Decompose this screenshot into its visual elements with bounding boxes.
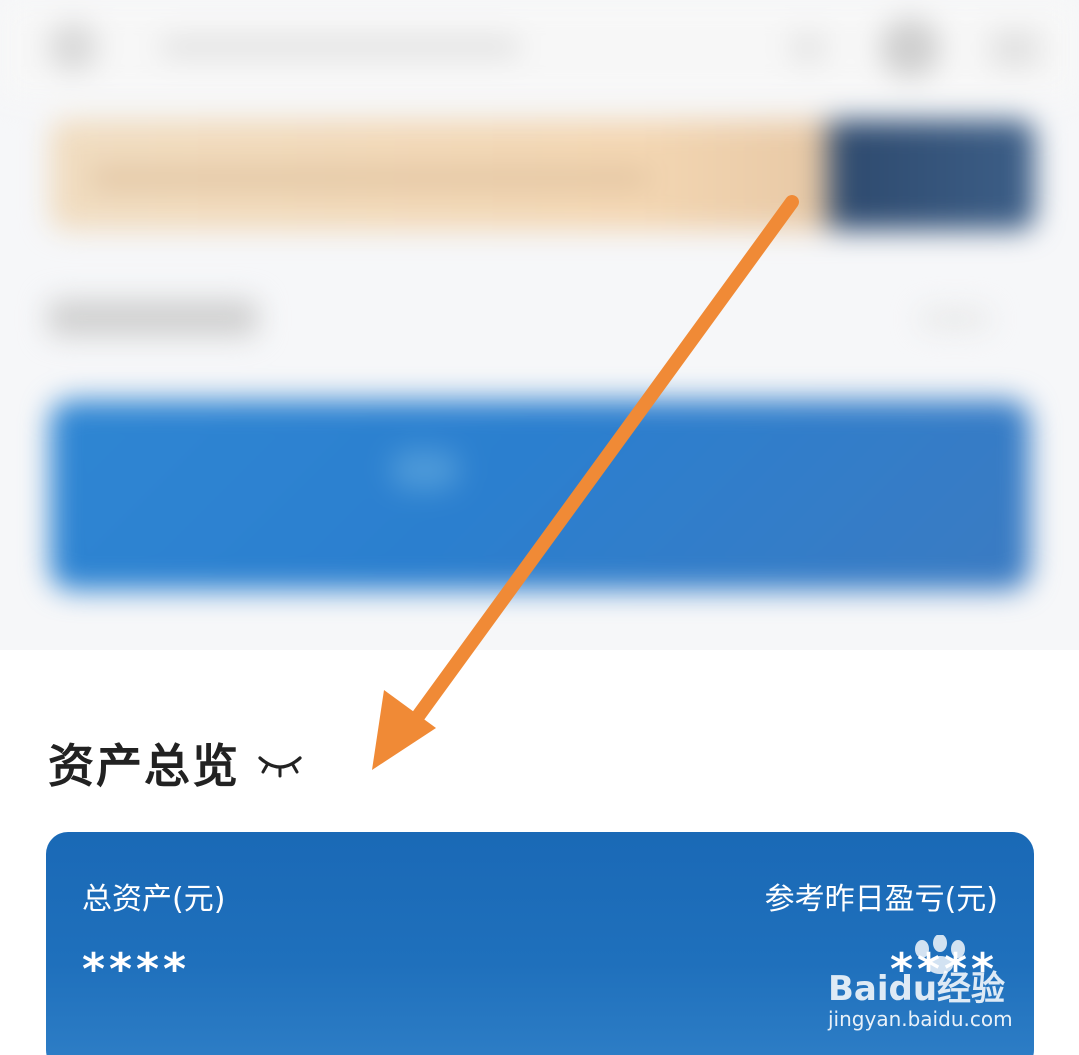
overview-title: 资产总览 — [48, 739, 240, 793]
section-more-link[interactable] — [920, 310, 990, 328]
watermark-url: jingyan.baidu.com — [828, 1007, 1013, 1031]
blurred-region — [0, 0, 1079, 650]
blue-card-element — [390, 450, 460, 490]
total-assets-label: 总资产(元) — [82, 882, 226, 917]
blue-card[interactable] — [50, 400, 1030, 590]
arrow-head — [372, 690, 436, 770]
menu-icon[interactable] — [48, 22, 98, 72]
search-bar[interactable] — [160, 38, 520, 56]
total-assets-value: **** — [82, 944, 191, 995]
avatar[interactable] — [880, 18, 940, 78]
section-title — [48, 300, 258, 336]
watermark-logo: Baidu经验 — [828, 969, 1006, 1009]
banner-text — [90, 170, 650, 186]
scan-icon[interactable] — [790, 34, 826, 62]
top-bar — [0, 0, 1079, 100]
overview-header: 资产总览 — [48, 728, 304, 798]
watermark: Baidu经验 jingyan.baidu.com — [820, 935, 1040, 1035]
eye-closed-icon[interactable] — [256, 752, 304, 780]
blurred-content — [0, 0, 1079, 650]
app-screen: 资产总览 总资产(元) 参考昨日盈亏(元) **** **** Baidu经验 — [0, 0, 1079, 1055]
message-icon[interactable] — [990, 30, 1040, 68]
yesterday-pnl-label: 参考昨日盈亏(元) — [764, 882, 998, 917]
